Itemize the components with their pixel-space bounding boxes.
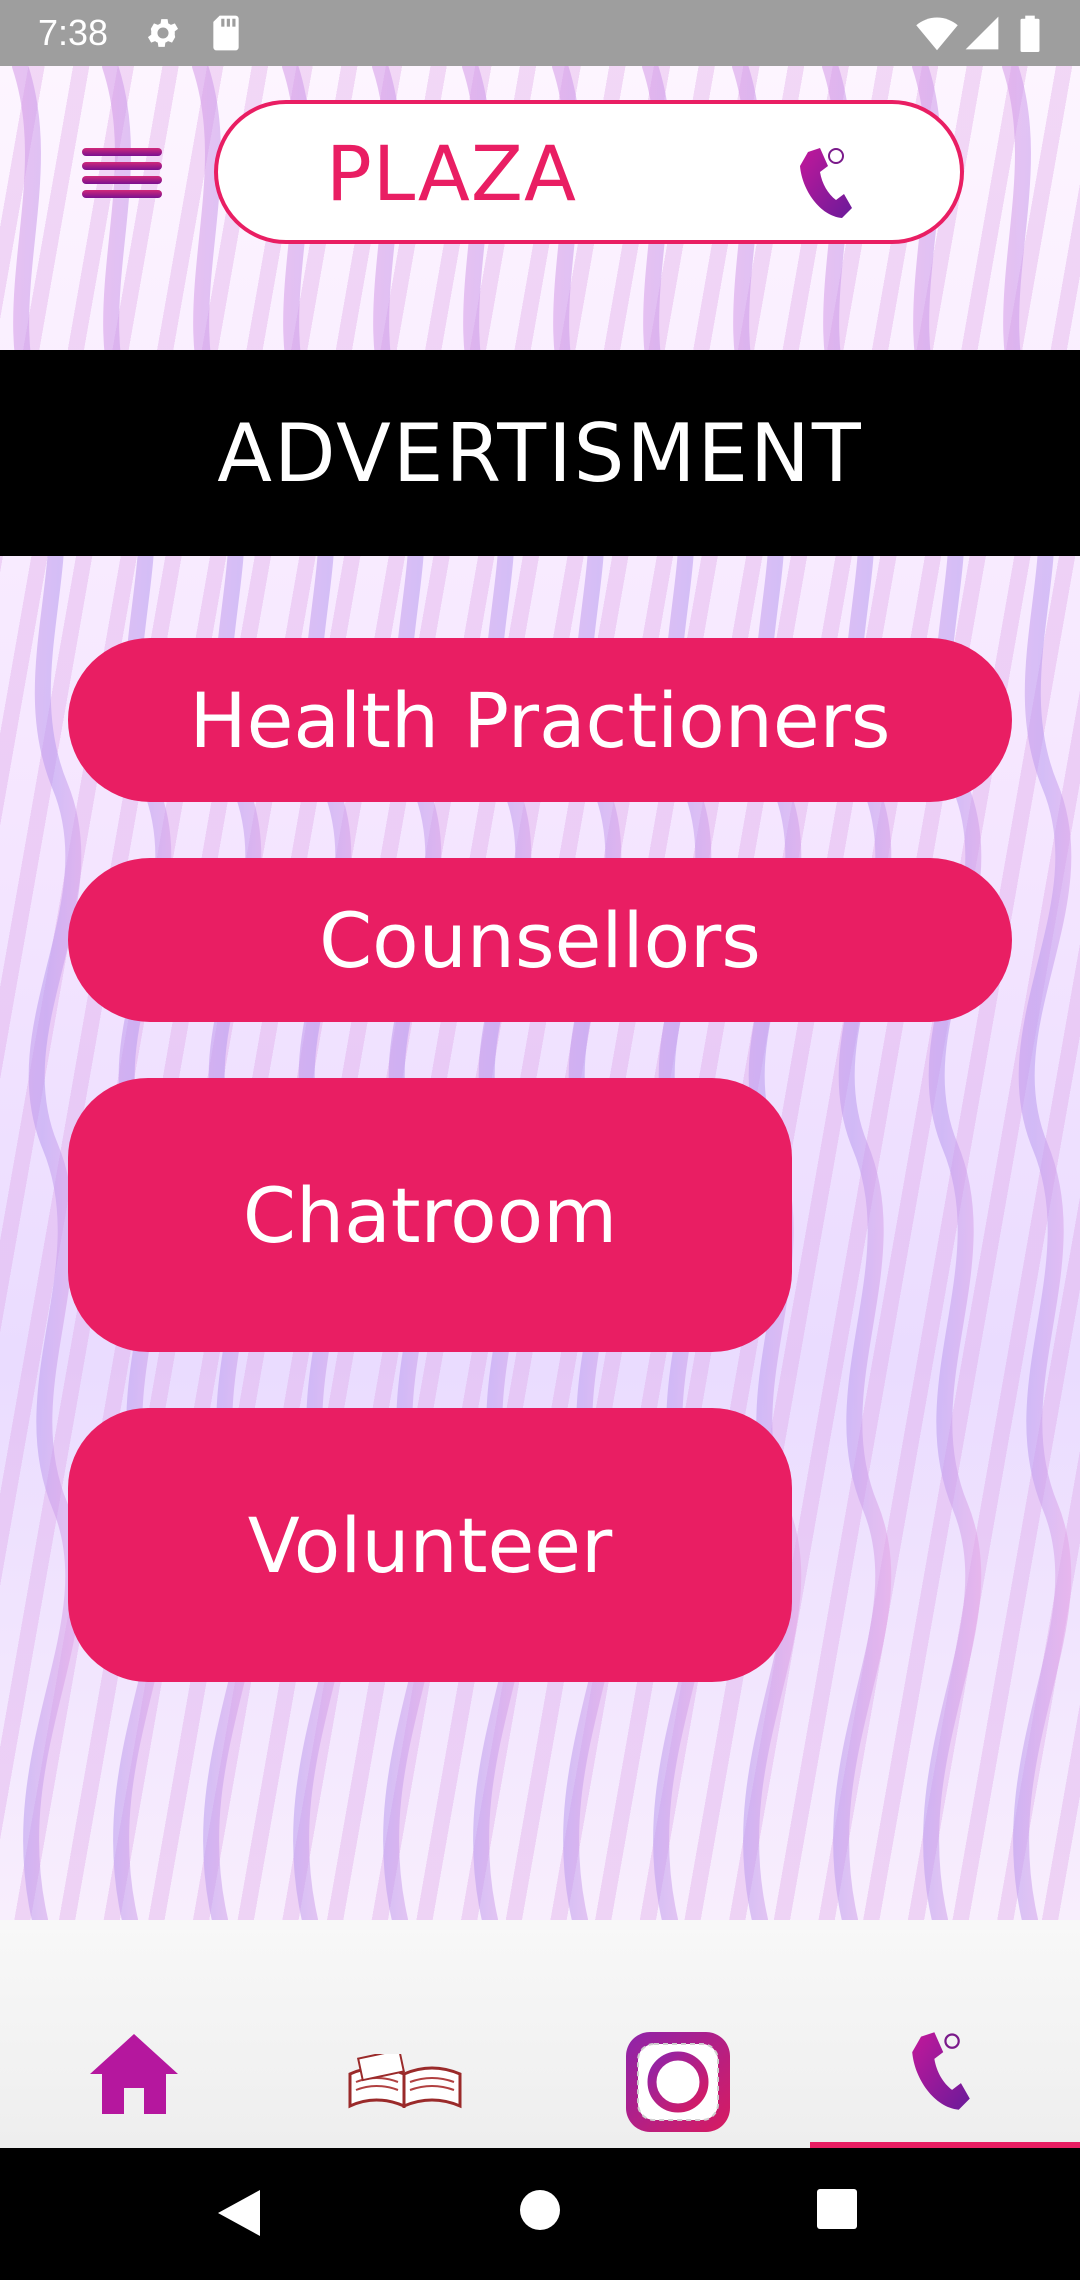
bottom-navigation — [0, 1920, 1080, 2148]
phone-icon[interactable] — [798, 146, 854, 220]
system-navigation-bar — [0, 2148, 1080, 2280]
status-time: 7:38 — [38, 12, 109, 53]
advertisement-banner: ADVERTISMENT — [0, 350, 1080, 556]
book-icon[interactable] — [346, 2054, 464, 2114]
phone-icon[interactable] — [910, 2030, 972, 2112]
instagram-icon[interactable] — [624, 2030, 732, 2134]
sd-card-icon — [213, 15, 239, 51]
back-icon[interactable] — [216, 2188, 262, 2238]
home-button-icon[interactable] — [518, 2188, 562, 2232]
hamburger-menu-icon[interactable] — [82, 148, 162, 198]
battery-icon — [1020, 15, 1040, 52]
page-title: PLAZA — [326, 129, 577, 218]
chatroom-button[interactable]: Chatroom — [68, 1078, 792, 1352]
signal-icon — [965, 16, 999, 50]
advertisement-text: ADVERTISMENT — [217, 406, 863, 500]
home-icon[interactable] — [88, 2032, 180, 2116]
volunteer-button[interactable]: Volunteer — [68, 1408, 792, 1682]
recents-icon[interactable] — [816, 2188, 858, 2230]
counsellors-button[interactable]: Counsellors — [68, 858, 1012, 1022]
wifi-icon — [916, 17, 958, 51]
status-bar: 7:38 — [0, 0, 1080, 66]
health-practitioners-button[interactable]: Health Practioners — [68, 638, 1012, 802]
settings-icon — [147, 19, 179, 47]
plaza-header: PLAZA — [214, 100, 964, 244]
